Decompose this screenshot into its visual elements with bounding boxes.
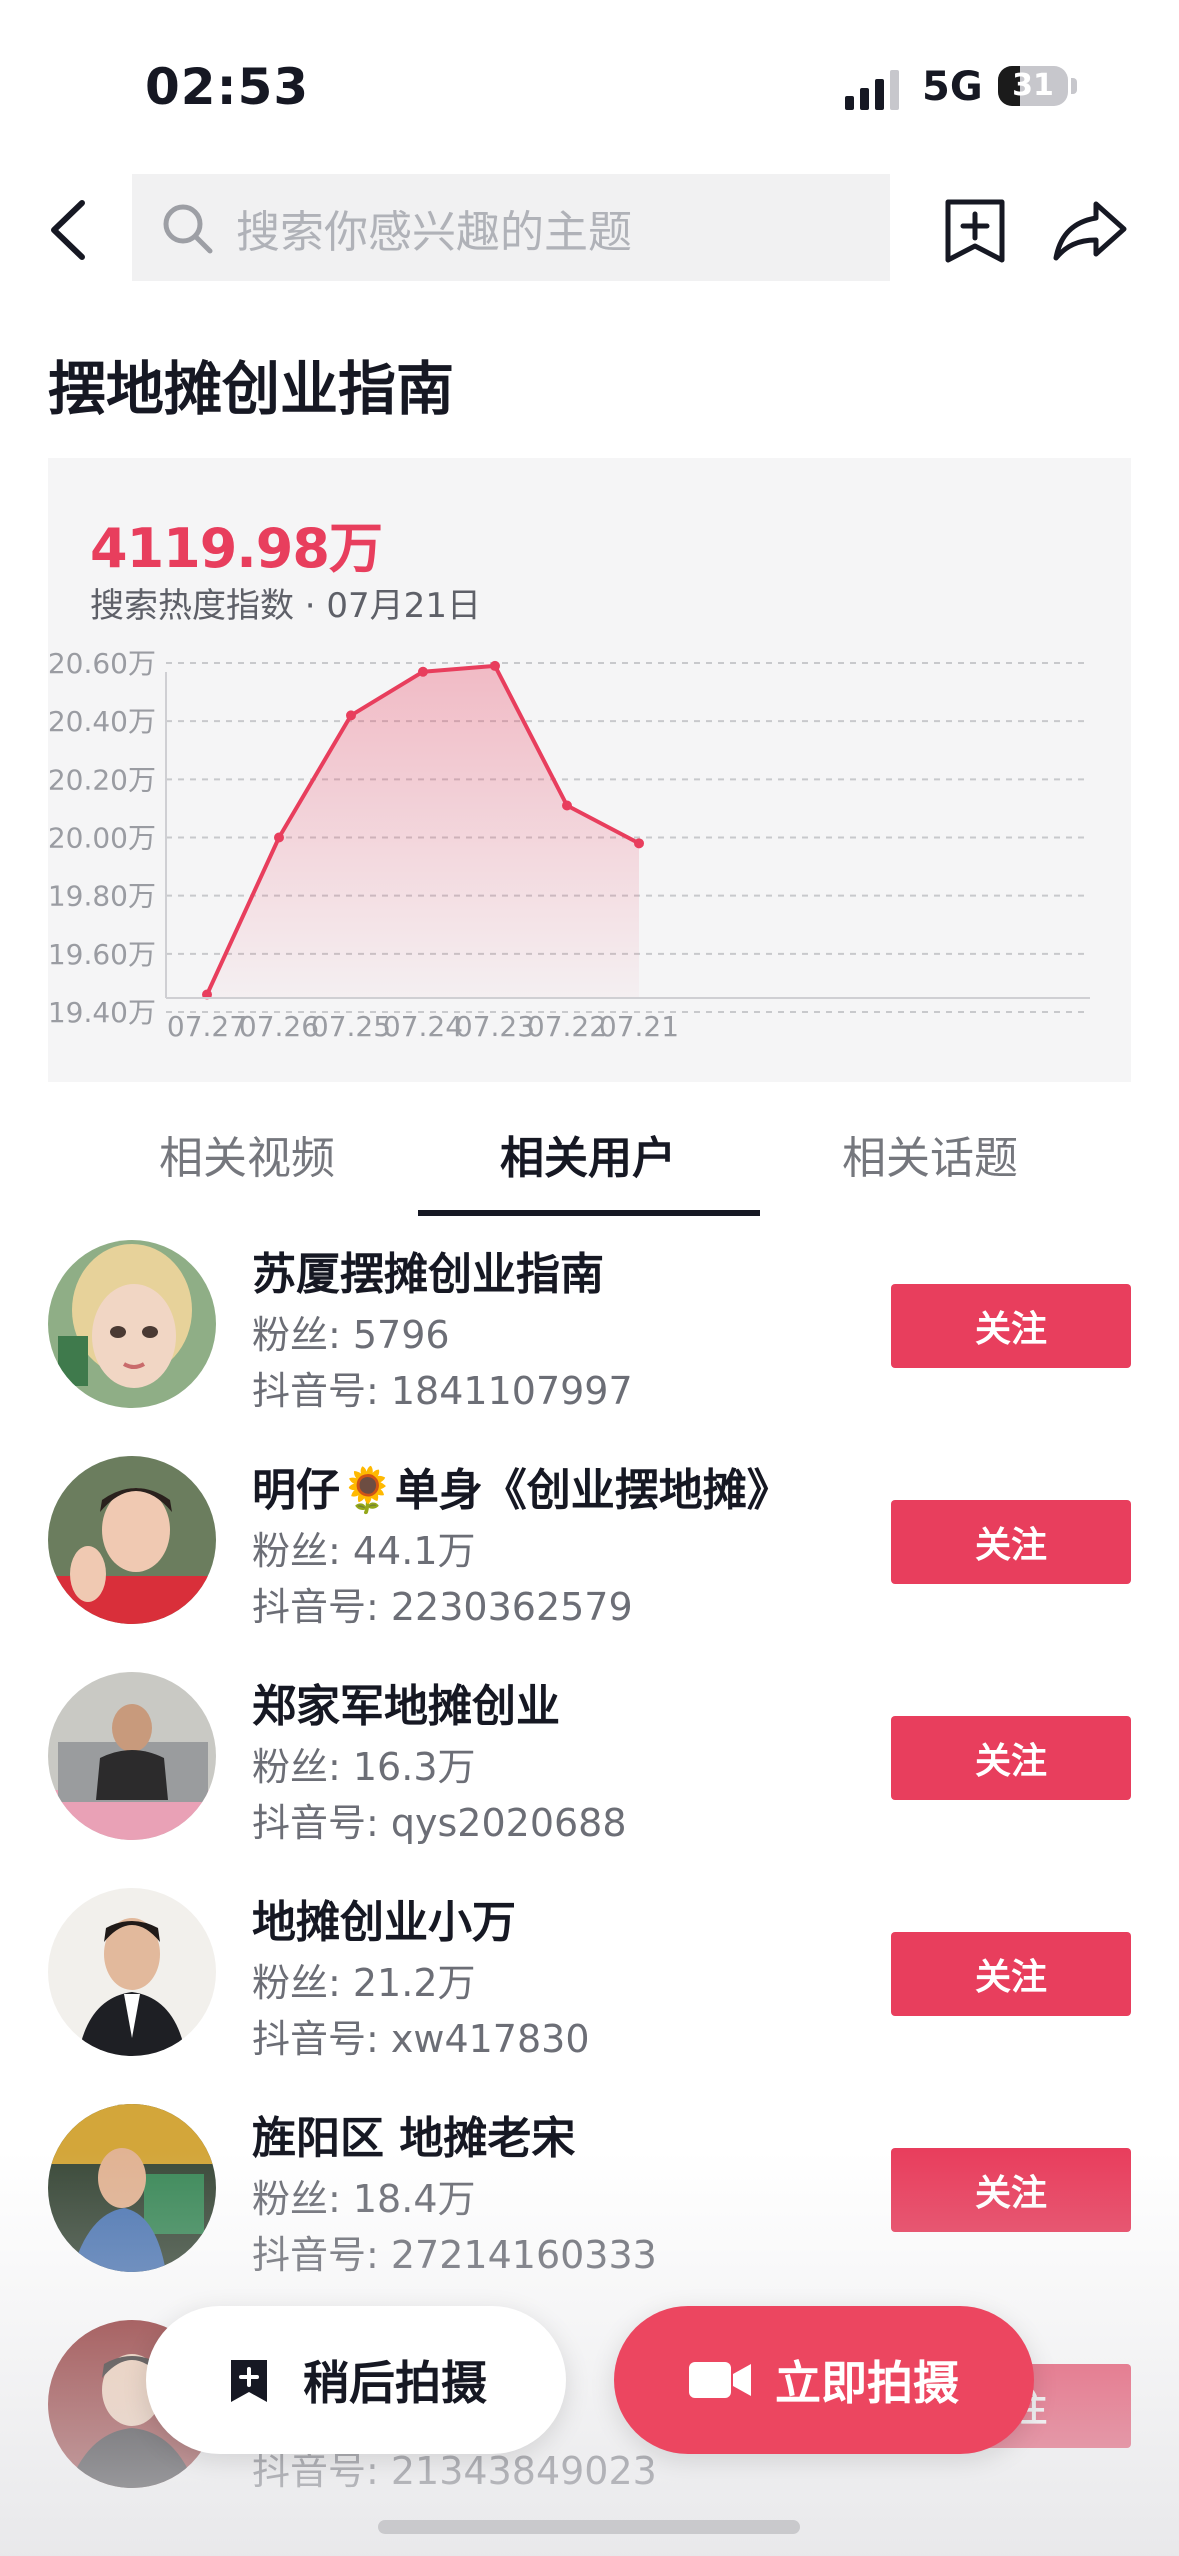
- user-douyin-id: 抖音号: 1841107997: [252, 1369, 633, 1413]
- battery-cap: [1071, 78, 1077, 94]
- search-placeholder: 搜索你感兴趣的主题: [236, 206, 632, 258]
- home-indicator: [378, 2520, 800, 2534]
- tab-related-videos[interactable]: 相关视频: [77, 1122, 417, 1186]
- user-name: 苏厦摆摊创业指南: [252, 1249, 604, 1300]
- user-douyin-id: 抖音号: qys2020688: [252, 1801, 627, 1845]
- avatar-image: [48, 1888, 216, 2056]
- avatar[interactable]: [48, 1240, 216, 1408]
- list-item[interactable]: 地摊创业小万 粉丝: 21.2万 抖音号: xw417830 关注: [0, 1888, 1179, 2104]
- list-item[interactable]: 旌阳区 地摊老宋 粉丝: 18.4万 抖音号: 27214160333 关注: [0, 2104, 1179, 2320]
- search-input[interactable]: 搜索你感兴趣的主题: [132, 174, 890, 281]
- status-time: 02:53: [145, 58, 310, 116]
- tab-related-topics[interactable]: 相关话题: [760, 1122, 1100, 1186]
- avatar[interactable]: [48, 1456, 216, 1624]
- heat-chart-card: 4119.98万 搜索热度指数 · 07月21日 4120.60万4120.40…: [48, 458, 1131, 1082]
- chart-x-tick-label: 07.25: [311, 1010, 391, 1043]
- shoot-now-button[interactable]: 立即拍摄: [614, 2306, 1034, 2454]
- chart-y-tick-label: 4119.80万: [48, 880, 156, 913]
- follow-button[interactable]: 关注: [891, 2148, 1131, 2232]
- user-douyin-id: 抖音号: 27214160333: [252, 2233, 657, 2277]
- user-fans: 粉丝: 21.2万: [252, 1961, 476, 2005]
- shoot-later-button[interactable]: 稍后拍摄: [146, 2306, 566, 2454]
- user-name: 旌阳区 地摊老宋: [252, 2113, 576, 2164]
- battery-icon: 31: [998, 66, 1068, 106]
- user-fans: 粉丝: 44.1万: [252, 1529, 476, 1573]
- chart-y-tick-label: 4119.60万: [48, 938, 156, 971]
- chart-data-point: [490, 660, 500, 671]
- chart-area-fill: [207, 665, 639, 998]
- follow-button[interactable]: 关注: [891, 1932, 1131, 2016]
- follow-button[interactable]: 关注: [891, 1284, 1131, 1368]
- video-camera-icon: [689, 2362, 751, 2398]
- chart-x-tick-label: 07.21: [599, 1010, 679, 1043]
- heat-trend-chart: 4120.60万 4120.40万 4120.20万 4120.00万 4119.80万…: [48, 647, 1090, 1043]
- user-name: 郑家军地摊创业: [252, 1681, 560, 1732]
- user-fans: 粉丝: 5796: [252, 1313, 450, 1357]
- chart-data-point: [634, 838, 644, 849]
- tab-related-users[interactable]: 相关用户: [418, 1122, 758, 1186]
- bookmark-plus-icon: [231, 2360, 267, 2402]
- battery-percent: 31: [1012, 68, 1054, 103]
- follow-button[interactable]: 关注: [891, 1716, 1131, 1800]
- chevron-left-icon[interactable]: [44, 195, 94, 265]
- avatar-image: [48, 1240, 216, 1408]
- bookmark-plus-icon[interactable]: [940, 196, 1010, 266]
- chart-data-point: [346, 710, 356, 721]
- avatar[interactable]: [48, 1888, 216, 2056]
- chart-data-point: [562, 800, 572, 811]
- page-title: 摆地摊创业指南: [48, 355, 455, 423]
- chart-x-tick-label: 07.23: [455, 1010, 535, 1043]
- user-douyin-id: 抖音号: xw417830: [252, 2017, 590, 2061]
- user-name: 地摊创业小万: [252, 1897, 516, 1948]
- avatar[interactable]: [48, 1672, 216, 1840]
- list-item[interactable]: 明仔🌻单身《创业摆地摊》 粉丝: 44.1万 抖音号: 2230362579 关…: [0, 1456, 1179, 1672]
- user-fans: 粉丝: 16.3万: [252, 1745, 476, 1789]
- list-item[interactable]: 郑家军地摊创业 粉丝: 16.3万 抖音号: qys2020688 关注: [0, 1672, 1179, 1888]
- share-arrow-icon[interactable]: [1050, 196, 1130, 266]
- chart-x-tick-label: 07.27: [167, 1010, 247, 1043]
- chart-x-tick-label: 07.26: [239, 1010, 319, 1043]
- search-icon: [163, 204, 213, 253]
- avatar-image: [48, 1456, 216, 1624]
- avatar[interactable]: [48, 2104, 216, 2272]
- shoot-later-label: 稍后拍摄: [303, 2356, 487, 2410]
- chart-x-tick-label: 07.22: [527, 1010, 607, 1043]
- chart-y-tick-label: 4120.00万: [48, 822, 156, 855]
- chart-y-tick-label: 4119.40万: [48, 996, 156, 1029]
- result-tabs: 相关视频 相关用户 相关话题: [0, 1122, 1179, 1217]
- network-label: 5G: [922, 64, 983, 110]
- shoot-now-label: 立即拍摄: [775, 2356, 959, 2410]
- avatar-image: [48, 2104, 216, 2272]
- user-douyin-id: 抖音号: 2230362579: [252, 1585, 633, 1629]
- chart-x-tick-label: 07.24: [383, 1010, 463, 1043]
- chart-data-point: [418, 666, 428, 677]
- user-name: 明仔🌻单身《创业摆地摊》: [252, 1465, 791, 1516]
- active-tab-indicator: [418, 1210, 760, 1216]
- follow-button[interactable]: 关注: [891, 1500, 1131, 1584]
- user-fans: 粉丝: 18.4万: [252, 2177, 476, 2221]
- signal-strength-icon: [845, 70, 899, 110]
- chart-y-tick-label: 4120.60万: [48, 647, 156, 680]
- chart-data-point: [274, 832, 284, 843]
- chart-y-tick-label: 4120.40万: [48, 705, 156, 738]
- chart-y-tick-label: 4120.20万: [48, 763, 156, 796]
- avatar-image: [48, 1672, 216, 1840]
- list-item[interactable]: 苏厦摆摊创业指南 粉丝: 5796 抖音号: 1841107997 关注: [0, 1240, 1179, 1456]
